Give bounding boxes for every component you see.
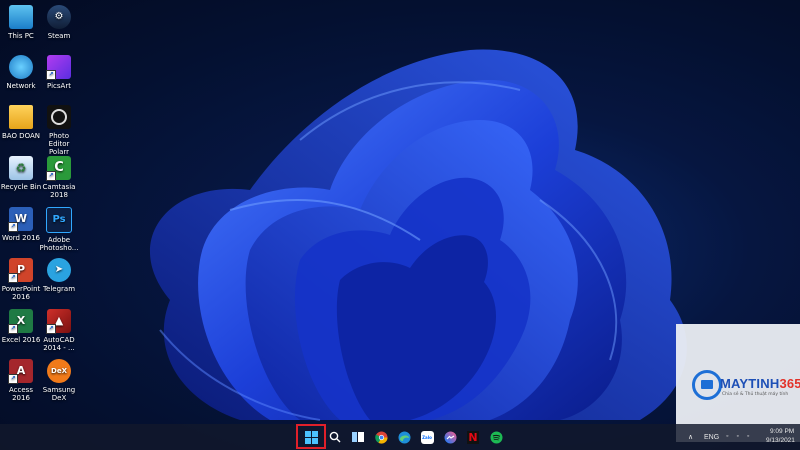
zalo-button[interactable]: Zalo [420,430,434,444]
desktop-icon-label: BAO DOAN [1,132,40,140]
desktop-icon-polarr[interactable]: Photo Editor Polarr [38,105,80,156]
telegram-icon: ➤ [47,258,71,282]
netflix-button[interactable]: N [466,430,480,444]
shortcut-arrow-icon: ↗ [8,273,18,283]
photoshop-icon: Ps [46,207,72,233]
watermark-title-accent: 365 [779,376,800,391]
netflix-icon: N [467,430,479,444]
steam-icon: ⚙ [47,5,71,29]
network-icon [9,55,33,79]
camtasia-icon: C ↗ [46,156,71,181]
access-glyph: A [16,364,26,377]
windows-logo-icon [304,430,318,444]
desktop-icon-label: Recycle Bin [0,183,42,191]
shortcut-arrow-icon: ↗ [46,171,56,181]
zalo-icon: Zalo [420,430,434,444]
desktop-icon-picsart[interactable]: ↗ PicsArt [38,55,80,90]
word-icon: W ↗ [8,207,33,232]
tray-status-icons[interactable]: ◦ ◦ ◦ [726,433,752,440]
recycle-bin-icon: ♻ [9,156,33,180]
excel-glyph: X [16,314,26,327]
language-indicator[interactable]: ENG [704,434,719,441]
desktop-icon-label: Photo Editor Polarr [48,132,70,156]
desktop-icon-access[interactable]: A ↗ Access 2016 [0,359,42,402]
spotify-button[interactable] [489,430,503,444]
desktop-icon-label: Camtasia 2018 [42,183,76,199]
desktop-icon-label: Network [6,82,36,90]
desktop-icon-label: AutoCAD 2014 - ... [43,336,75,352]
access-icon: A ↗ [8,359,33,384]
tray-overflow-chevron-icon[interactable]: ∧ [688,433,693,441]
desktop-icon-recycle-bin[interactable]: ♻ Recycle Bin [0,156,42,191]
search-icon [329,431,341,443]
edge-icon [398,431,410,443]
picsart-icon: ↗ [46,55,71,80]
desktop-icon-camtasia[interactable]: C ↗ Camtasia 2018 [38,156,80,199]
task-view-icon [352,432,364,442]
powerpoint-glyph: P [16,263,26,276]
clock-time[interactable]: 9:09 PM [770,428,794,435]
polarr-icon [47,105,71,129]
desktop-icon-photoshop[interactable]: Ps Adobe Photosho... [38,207,80,252]
desktop-icon-powerpoint[interactable]: P ↗ PowerPoint 2016 [0,258,42,301]
desktop-icon-label: This PC [8,32,34,40]
watermark-subtitle: Chia sẻ & Thủ thuật máy tính [722,392,789,397]
desktop-icon-excel[interactable]: X ↗ Excel 2016 [0,309,42,344]
chrome-button[interactable] [374,430,388,444]
this-pc-icon [9,5,33,29]
desktop-icon-label: PowerPoint 2016 [1,285,41,301]
desktop-icon-label: Samsung DeX [42,386,76,402]
start-button[interactable] [304,430,318,444]
excel-icon: X ↗ [8,309,33,334]
dex-glyph: DeX [51,367,67,375]
desktop-icon-samsung-dex[interactable]: DeX Samsung DeX [38,359,80,402]
steam-glyph-icon: ⚙ [54,11,64,22]
messenger-icon [444,431,456,443]
desktop-icon-word[interactable]: W ↗ Word 2016 [0,207,42,242]
desktop-icon-autocad[interactable]: ▲ ↗ AutoCAD 2014 - ... [38,309,80,352]
watermark-title-main: MAYTINH [720,376,780,391]
recycle-symbol-icon: ♻ [15,161,27,175]
desktop-icon-bao-doan[interactable]: BAO DOAN [0,105,42,140]
desktop-icon-steam[interactable]: ⚙ Steam [38,5,80,40]
watermark-title: MAYTINH365 [720,376,800,391]
edge-button[interactable] [397,430,411,444]
photoshop-glyph: Ps [52,214,66,225]
autocad-glyph-icon: ▲ [54,314,64,327]
autocad-icon: ▲ ↗ [46,309,71,334]
desktop-icon-telegram[interactable]: ➤ Telegram [38,258,80,293]
paper-plane-icon: ➤ [54,264,64,275]
samsung-dex-icon: DeX [47,359,71,383]
clock-date[interactable]: 9/13/2021 [766,437,795,444]
shortcut-arrow-icon: ↗ [46,324,56,334]
task-view-button[interactable] [351,430,365,444]
spotify-icon [490,431,502,443]
messenger-button[interactable] [443,430,457,444]
shortcut-arrow-icon: ↗ [8,222,18,232]
powerpoint-icon: P ↗ [8,258,33,283]
maytinh365-logo-icon [692,370,722,400]
search-button[interactable] [328,430,342,444]
polarr-ring-icon [51,109,67,125]
desktop-icon-this-pc[interactable]: This PC [0,5,42,40]
shortcut-arrow-icon: ↗ [46,70,56,80]
shortcut-arrow-icon: ↗ [8,324,18,334]
desktop-icon-label: Word 2016 [1,234,41,242]
desktop-icon-network[interactable]: Network [0,55,42,90]
desktop-icon-label: Telegram [42,285,76,293]
chrome-icon [374,431,387,444]
desktop-icon-label: Excel 2016 [1,336,41,344]
desktop-icon-label: Access 2016 [9,386,33,402]
folder-icon [9,105,33,129]
desktop-icon-label: Adobe Photosho... [39,236,79,252]
shortcut-arrow-icon: ↗ [8,374,18,384]
desktop-icon-label: Steam [47,32,71,40]
desktop-icon-label: PicsArt [47,82,71,90]
